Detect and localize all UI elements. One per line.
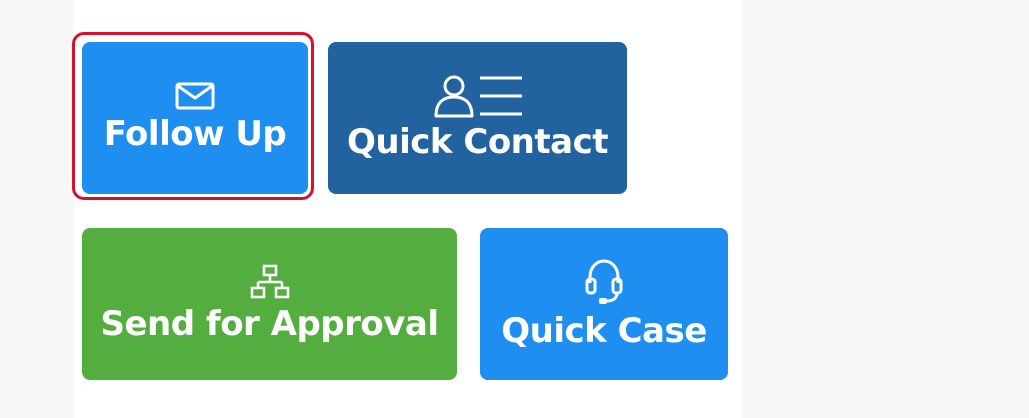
hierarchy-icon — [250, 264, 290, 300]
quick-case-label: Quick Case — [501, 311, 707, 351]
send-for-approval-label: Send for Approval — [100, 304, 439, 344]
follow-up-button[interactable]: Follow Up — [82, 42, 308, 194]
quick-contact-button[interactable]: Quick Contact — [328, 42, 627, 194]
envelope-icon — [175, 82, 215, 110]
follow-up-label: Follow Up — [103, 114, 287, 154]
quick-contact-label: Quick Contact — [347, 122, 608, 162]
headset-icon — [582, 257, 626, 307]
contact-list-icon — [432, 74, 524, 118]
quick-case-button[interactable]: Quick Case — [480, 228, 728, 380]
send-for-approval-button[interactable]: Send for Approval — [82, 228, 457, 380]
